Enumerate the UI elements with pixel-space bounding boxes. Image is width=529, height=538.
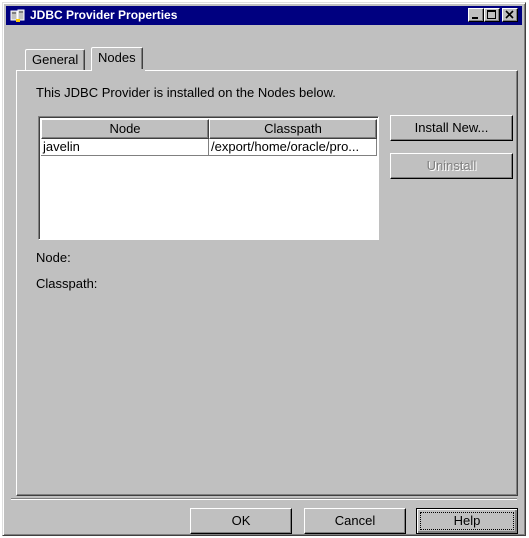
cancel-button[interactable]: Cancel [304,508,406,534]
tab-nodes[interactable]: Nodes [91,47,143,71]
cell-classpath: /export/home/oracle/pro... [209,139,377,156]
uninstall-button[interactable]: Uninstall [390,153,513,179]
minimize-icon[interactable] [468,8,484,22]
ok-button[interactable]: OK [190,508,292,534]
cancel-button-label: Cancel [334,513,376,528]
close-icon[interactable] [502,8,518,22]
window-title: JDBC Provider Properties [30,8,178,22]
maximize-icon[interactable] [484,8,500,22]
tab-general[interactable]: General [25,49,86,70]
title-bar[interactable]: JDBC Provider Properties [6,6,522,25]
table-row[interactable]: javelin /export/home/oracle/pro... [41,139,377,156]
classpath-label: Classpath: [36,276,98,291]
nodes-description: This JDBC Provider is installed on the N… [36,85,336,100]
column-header-classpath[interactable]: Classpath [209,119,377,139]
cell-node: javelin [41,139,209,156]
focus-rect [420,512,514,530]
table-header: Node Classpath [41,119,377,139]
jdbc-provider-icon [10,8,26,23]
install-new-button[interactable]: Install New... [390,115,513,141]
column-header-node[interactable]: Node [41,119,209,139]
help-button[interactable]: Help [416,508,518,534]
footer-separator [11,498,517,500]
active-tab-joint [92,69,145,72]
dialog-window: JDBC Provider Properties General Nodes T… [2,2,526,536]
nodes-table[interactable]: Node Classpath javelin /export/home/orac… [38,116,379,240]
node-label: Node: [36,250,71,265]
